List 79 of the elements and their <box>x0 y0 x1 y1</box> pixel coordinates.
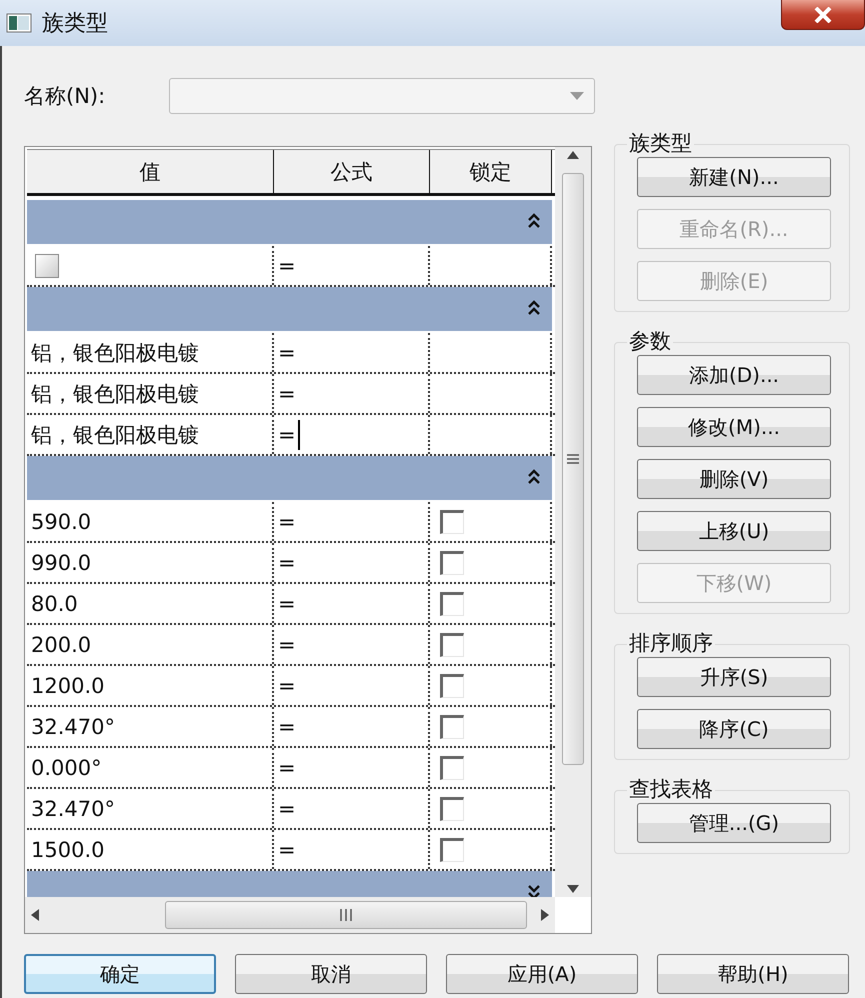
action-button[interactable]: 上移(U) <box>637 511 831 551</box>
action-button[interactable]: 添加(D)... <box>637 355 831 395</box>
formula-text: = <box>278 254 296 278</box>
collapse-icon[interactable] <box>528 300 540 316</box>
lock-checkbox[interactable] <box>440 674 464 698</box>
formula-cell[interactable]: = <box>274 374 430 413</box>
dropdown-arrow-icon <box>570 92 584 100</box>
scroll-down-icon[interactable] <box>567 885 579 893</box>
formula-text: = <box>278 422 296 446</box>
value-cell[interactable]: 990.0 <box>27 543 274 582</box>
lock-checkbox[interactable] <box>440 592 464 616</box>
formula-text: = <box>278 340 296 364</box>
formula-cell[interactable]: = <box>274 415 430 454</box>
value-cell[interactable]: 铝，银色阳极电镀 <box>27 374 274 413</box>
name-label: 名称(N): <box>24 83 106 110</box>
scroll-left-icon[interactable] <box>31 909 39 921</box>
collapse-icon[interactable] <box>528 213 540 229</box>
column-header[interactable]: 锁定 <box>430 150 552 193</box>
formula-cell[interactable]: = <box>274 502 430 541</box>
lock-checkbox[interactable] <box>440 796 464 820</box>
dialog-button[interactable]: 应用(A) <box>446 954 638 994</box>
formula-cell[interactable]: = <box>274 707 430 746</box>
formula-text: = <box>278 382 296 406</box>
value-cell[interactable]: 1200.0 <box>27 666 274 705</box>
value-cell[interactable]: 200.0 <box>27 625 274 664</box>
value-cell[interactable]: 32.470° <box>27 707 274 746</box>
formula-cell[interactable]: = <box>274 584 430 623</box>
value-cell[interactable]: 590.0 <box>27 502 274 541</box>
close-button[interactable] <box>781 0 865 30</box>
formula-cell[interactable]: = <box>274 625 430 664</box>
window-title: 族类型 <box>42 10 108 38</box>
lock-checkbox[interactable] <box>440 714 464 738</box>
scroll-up-icon[interactable] <box>567 151 579 159</box>
formula-text: = <box>278 796 296 820</box>
action-button[interactable]: 新建(N)... <box>637 157 831 197</box>
column-header[interactable]: 公式 <box>274 150 430 193</box>
value-cell[interactable]: 1500.0 <box>27 830 274 869</box>
lock-checkbox[interactable] <box>440 550 464 574</box>
dialog-button[interactable]: 取消 <box>235 954 427 994</box>
action-button[interactable]: 管理...(G) <box>637 803 831 843</box>
window-icon <box>6 13 32 33</box>
formula-cell[interactable]: = <box>274 748 430 787</box>
column-header[interactable]: 值 <box>27 150 274 193</box>
checkbox[interactable] <box>35 254 59 278</box>
value-cell[interactable]: 铝，银色阳极电镀 <box>27 415 274 454</box>
collapse-icon[interactable] <box>528 469 540 485</box>
formula-cell[interactable]: = <box>274 333 430 372</box>
formula-text: = <box>278 550 296 574</box>
formula-text: = <box>278 510 296 534</box>
formula-text: = <box>278 714 296 738</box>
formula-text: = <box>278 674 296 698</box>
value-cell[interactable]: 32.470° <box>27 789 274 828</box>
scroll-right-icon[interactable] <box>541 909 549 921</box>
lock-checkbox[interactable] <box>440 510 464 534</box>
formula-cell[interactable]: = <box>274 543 430 582</box>
formula-cell[interactable]: = <box>274 666 430 705</box>
action-button[interactable]: 修改(M)... <box>637 407 831 447</box>
lock-checkbox[interactable] <box>440 632 464 656</box>
formula-cell[interactable]: = <box>274 246 430 285</box>
vertical-scrollbar-thumb[interactable] <box>562 173 584 765</box>
value-cell[interactable]: 80.0 <box>27 584 274 623</box>
formula-text: = <box>278 592 296 616</box>
dialog-button[interactable]: 帮助(H) <box>657 954 849 994</box>
formula-text: = <box>278 838 296 862</box>
action-button[interactable]: 降序(C) <box>637 709 831 749</box>
lock-checkbox[interactable] <box>440 756 464 780</box>
formula-text: = <box>278 632 296 656</box>
value-cell[interactable]: 铝，银色阳极电镀 <box>27 333 274 372</box>
lock-checkbox[interactable] <box>440 838 464 862</box>
formula-cell[interactable]: = <box>274 789 430 828</box>
action-button[interactable]: 删除(V) <box>637 459 831 499</box>
formula-cell[interactable]: = <box>274 830 430 869</box>
expand-icon[interactable] <box>528 884 540 897</box>
action-button[interactable]: 升序(S) <box>637 657 831 697</box>
value-cell[interactable]: 0.000° <box>27 748 274 787</box>
horizontal-scrollbar-thumb[interactable] <box>165 901 527 929</box>
close-icon <box>814 6 832 22</box>
formula-text: = <box>278 756 296 780</box>
dialog-button[interactable]: 确定 <box>24 954 216 994</box>
